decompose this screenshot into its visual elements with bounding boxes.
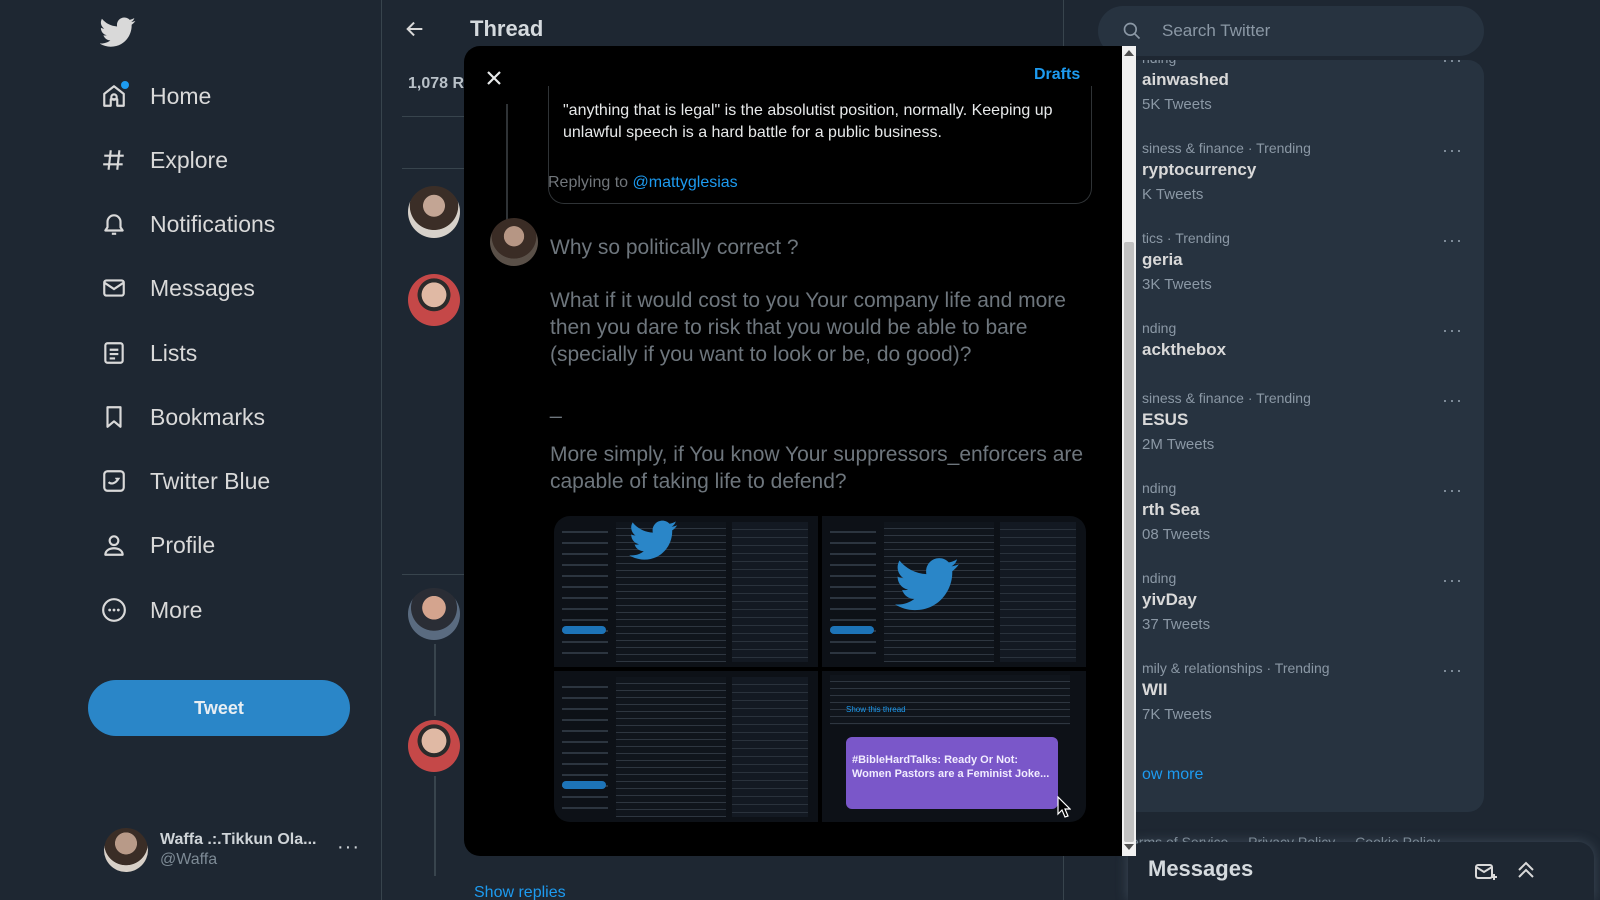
replying-to: Replying to @mattyglesias [548,174,738,192]
scrollbar-thumb[interactable] [1124,242,1134,842]
close-icon[interactable] [482,66,506,90]
image-promo-text: #BibleHardTalks: Ready Or Not: Women Pas… [852,754,1050,780]
tweet-compose-input[interactable]: Why so politically correct ? What if it … [550,234,1096,521]
attached-image[interactable]: Show this thread #BibleHardTalks: Ready … [822,671,1086,822]
attached-images: Show this thread #BibleHardTalks: Ready … [554,516,1086,822]
attached-image[interactable] [554,516,818,667]
compose-paragraph: Why so politically correct ? [550,236,799,259]
twitter-logo-icon [629,520,678,560]
drafts-button[interactable]: Drafts [1034,66,1080,84]
compose-paragraph: _ [550,396,562,419]
attached-image[interactable] [822,516,1086,667]
compose-paragraph: What if it would cost to you Your compan… [550,289,1066,366]
compose-paragraph: More simply, if You know Your suppressor… [550,443,1084,493]
image-link-text: Show this thread [846,705,906,714]
reply-compose-modal: Drafts "anything that is legal" is the a… [464,46,1136,856]
replying-to-handle[interactable]: @mattyglesias [633,174,738,191]
avatar [490,218,538,266]
scroll-down-arrow-icon[interactable] [1124,844,1134,850]
replying-prefix: Replying to [548,174,633,191]
quoted-tweet-text: "anything that is legal" is the absoluti… [563,102,1053,141]
twitter-logo-icon [894,558,959,611]
attached-image[interactable] [554,671,818,822]
scroll-up-arrow-icon[interactable] [1124,50,1134,56]
mouse-cursor-icon [1057,796,1071,818]
image-promo-card: #BibleHardTalks: Ready Or Not: Women Pas… [846,737,1058,809]
